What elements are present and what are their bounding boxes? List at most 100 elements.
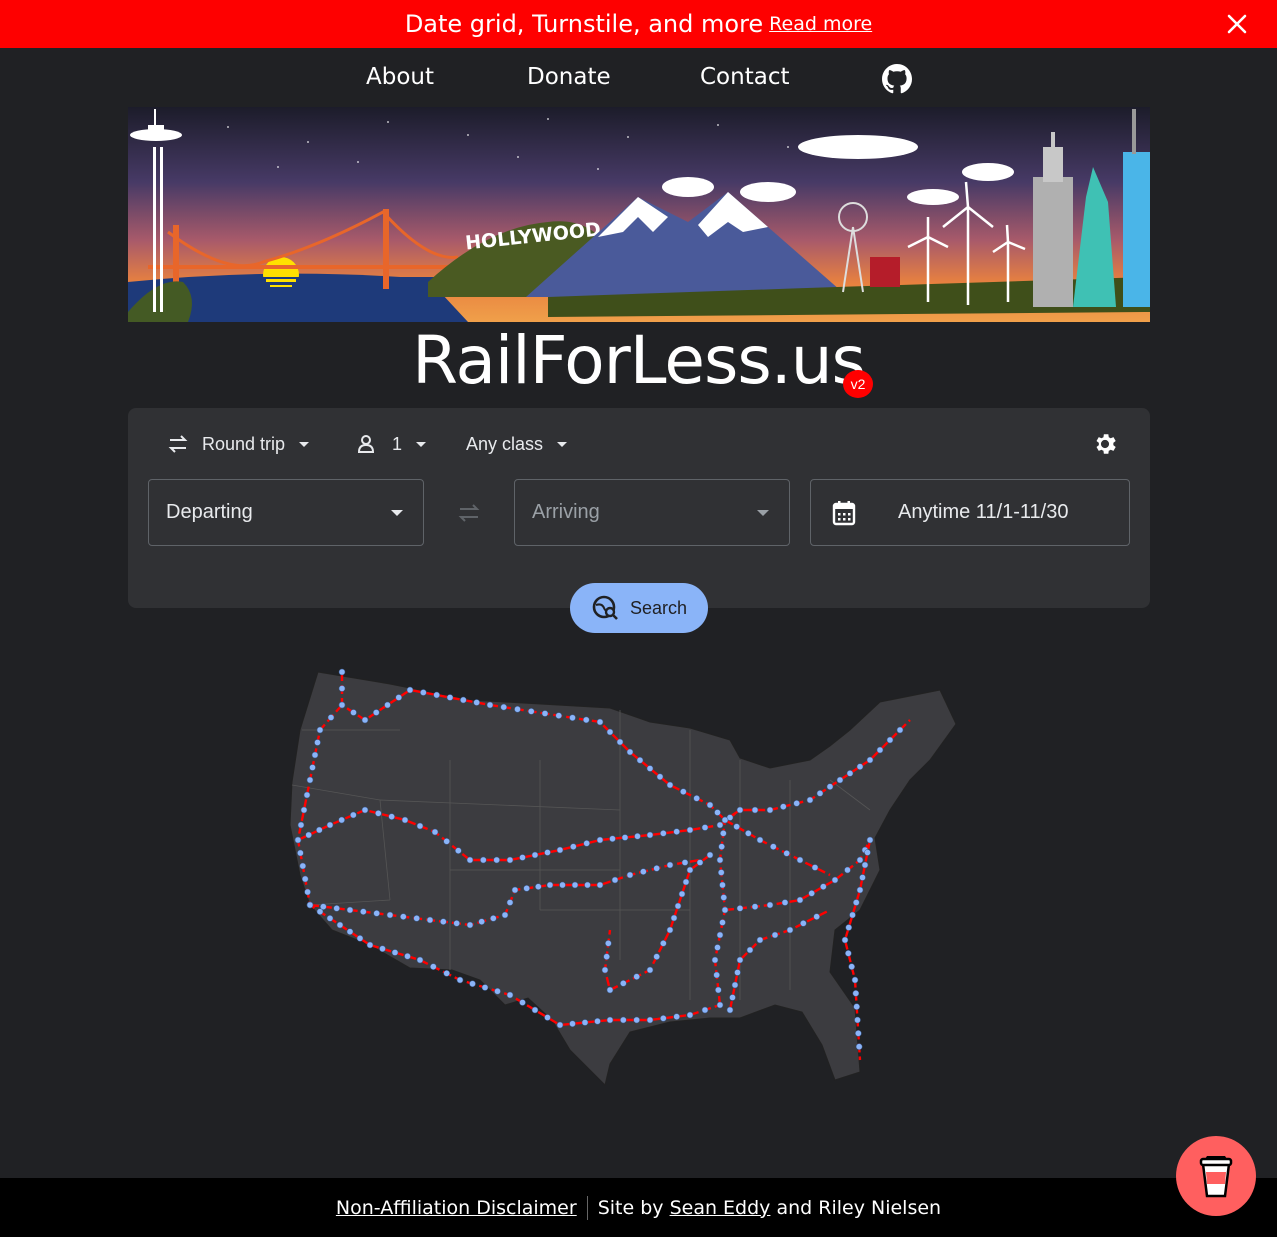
- station-dot[interactable]: [806, 796, 814, 804]
- station-dot[interactable]: [653, 865, 660, 872]
- station-dot[interactable]: [501, 911, 509, 919]
- station-dot[interactable]: [852, 990, 860, 997]
- station-dot[interactable]: [594, 1018, 601, 1025]
- station-dot[interactable]: [314, 739, 321, 746]
- station-dot[interactable]: [680, 788, 687, 795]
- arriving-select[interactable]: Arriving: [514, 479, 790, 546]
- station-dot[interactable]: [431, 828, 439, 836]
- station-dot[interactable]: [706, 851, 714, 859]
- station-dot[interactable]: [621, 834, 629, 841]
- station-dot[interactable]: [716, 856, 724, 864]
- station-dot[interactable]: [845, 924, 852, 931]
- station-dot[interactable]: [294, 836, 302, 844]
- station-dot[interactable]: [766, 806, 774, 814]
- station-dot[interactable]: [736, 956, 744, 964]
- station-dot[interactable]: [506, 991, 514, 999]
- station-dot[interactable]: [366, 941, 374, 949]
- nav-about[interactable]: About: [366, 64, 434, 90]
- station-dot[interactable]: [356, 935, 364, 942]
- station-dot[interactable]: [443, 970, 450, 977]
- station-dot[interactable]: [796, 856, 804, 864]
- station-dot[interactable]: [721, 906, 729, 914]
- station-dot[interactable]: [714, 944, 721, 951]
- station-dot[interactable]: [391, 949, 399, 956]
- station-dot[interactable]: [706, 801, 714, 809]
- station-dot[interactable]: [420, 689, 427, 696]
- station-dot[interactable]: [326, 915, 334, 922]
- station-dot[interactable]: [896, 726, 904, 734]
- station-dot[interactable]: [316, 726, 324, 734]
- station-dot[interactable]: [826, 783, 834, 790]
- station-dot[interactable]: [569, 1020, 576, 1027]
- station-dot[interactable]: [808, 890, 815, 897]
- date-picker[interactable]: Anytime 11/1-11/30: [810, 479, 1130, 546]
- station-dot[interactable]: [693, 795, 700, 802]
- search-button[interactable]: Search: [570, 583, 708, 633]
- departing-select[interactable]: Departing: [148, 479, 424, 546]
- station-dot[interactable]: [346, 928, 354, 935]
- station-dot[interactable]: [305, 831, 312, 839]
- station-dot[interactable]: [379, 945, 386, 952]
- station-dot[interactable]: [855, 1043, 863, 1050]
- station-dot[interactable]: [338, 701, 346, 709]
- station-dot[interactable]: [681, 859, 689, 866]
- station-dot[interactable]: [506, 899, 514, 906]
- station-dot[interactable]: [646, 966, 654, 974]
- station-dot[interactable]: [535, 883, 542, 890]
- station-dot[interactable]: [849, 911, 856, 919]
- station-dot[interactable]: [426, 916, 434, 924]
- station-dot[interactable]: [473, 699, 480, 706]
- station-dot[interactable]: [544, 1014, 551, 1021]
- station-dot[interactable]: [603, 953, 610, 960]
- station-dot[interactable]: [718, 869, 725, 876]
- station-dot[interactable]: [766, 901, 774, 909]
- station-dot[interactable]: [581, 1019, 589, 1026]
- station-dot[interactable]: [404, 953, 411, 960]
- station-dot[interactable]: [609, 835, 616, 842]
- station-dot[interactable]: [556, 846, 564, 854]
- station-dot[interactable]: [493, 856, 500, 864]
- station-dot[interactable]: [514, 706, 521, 713]
- station-dot[interactable]: [716, 1001, 724, 1009]
- station-dot[interactable]: [569, 714, 576, 721]
- station-dot[interactable]: [734, 969, 741, 976]
- station-dot[interactable]: [311, 751, 319, 759]
- station-dot[interactable]: [605, 940, 612, 947]
- station-dot[interactable]: [338, 816, 345, 824]
- station-dot[interactable]: [633, 973, 640, 980]
- station-dot[interactable]: [861, 861, 869, 869]
- station-dot[interactable]: [733, 823, 740, 830]
- station-dot[interactable]: [466, 921, 474, 929]
- station-dot[interactable]: [511, 886, 519, 894]
- station-dot[interactable]: [673, 1013, 680, 1020]
- station-dot[interactable]: [634, 833, 641, 840]
- station-dot[interactable]: [620, 980, 627, 987]
- station-dot[interactable]: [453, 920, 460, 927]
- station-dot[interactable]: [500, 703, 507, 711]
- station-dot[interactable]: [360, 908, 367, 915]
- station-dot[interactable]: [481, 984, 489, 991]
- station-dot[interactable]: [718, 843, 725, 850]
- station-dot[interactable]: [640, 868, 647, 875]
- swap-stations-icon[interactable]: [456, 501, 482, 525]
- station-dot[interactable]: [714, 809, 721, 816]
- station-dot[interactable]: [856, 856, 864, 864]
- station-dot[interactable]: [413, 915, 420, 922]
- station-dot[interactable]: [736, 905, 744, 912]
- station-dot[interactable]: [301, 875, 309, 883]
- station-dot[interactable]: [653, 953, 660, 960]
- station-dot[interactable]: [719, 881, 726, 889]
- station-dot[interactable]: [666, 861, 674, 869]
- station-dot[interactable]: [373, 709, 380, 716]
- station-dot[interactable]: [848, 963, 855, 970]
- station-dot[interactable]: [506, 856, 514, 864]
- station-dot[interactable]: [611, 876, 619, 884]
- station-dot[interactable]: [781, 899, 789, 906]
- station-dot[interactable]: [751, 903, 759, 910]
- station-dot[interactable]: [606, 1016, 614, 1024]
- station-dot[interactable]: [783, 850, 790, 857]
- station-dot[interactable]: [528, 708, 535, 715]
- station-dot[interactable]: [720, 894, 727, 901]
- station-dot[interactable]: [306, 776, 314, 784]
- station-dot[interactable]: [416, 956, 424, 964]
